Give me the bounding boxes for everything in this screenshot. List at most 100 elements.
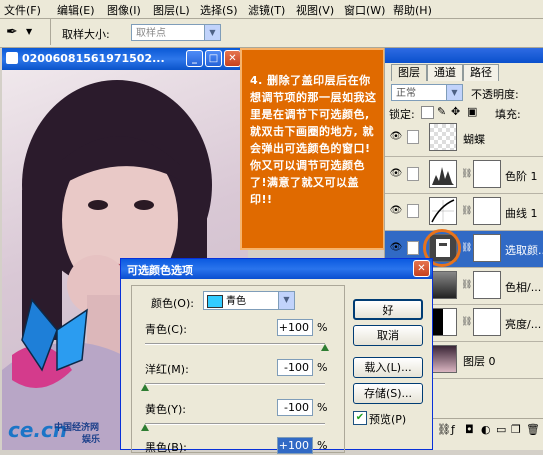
new-layer-icon[interactable]: ❐ [511, 423, 521, 436]
menu-edit[interactable]: 编辑(E) [57, 2, 95, 18]
link-box[interactable] [407, 130, 419, 144]
lock-brush-icon[interactable]: ✎ [437, 105, 446, 118]
menu-view[interactable]: 视图(V) [296, 2, 334, 18]
cyan-label: 青色(C): [145, 323, 187, 336]
layer-mask [473, 271, 501, 299]
add-mask-icon[interactable]: ◘ [465, 423, 474, 436]
tab-channels[interactable]: 通道 [427, 64, 463, 81]
layer-row-levels[interactable]: 👁 ⛓ 色阶 1 [385, 157, 543, 194]
cyan-slider-knob[interactable] [321, 344, 329, 351]
tab-layers[interactable]: 图层 [391, 64, 427, 81]
lock-all-icon[interactable]: ▣ [467, 105, 477, 118]
menu-file[interactable]: 文件(F) [4, 2, 41, 18]
tool-preset-chevron-icon[interactable]: ▼ [26, 27, 32, 36]
preview-checkbox[interactable]: ✔ [353, 411, 367, 425]
menu-layer[interactable]: 图层(L) [153, 2, 190, 18]
cyan-input[interactable]: +100 [277, 319, 313, 336]
chain-link-icon: ⛓ [461, 169, 473, 179]
cyan-slider[interactable] [145, 343, 329, 351]
layer-row-curves[interactable]: 👁 ⛓ 曲线 1 [385, 194, 543, 231]
maximize-button[interactable]: □ [205, 50, 222, 67]
menu-filter[interactable]: 滤镜(T) [248, 2, 285, 18]
blend-mode-select[interactable]: 正常 ▼ [391, 84, 463, 101]
layer-style-icon[interactable]: ƒ [451, 423, 455, 436]
load-button[interactable]: 载入(L)... [353, 357, 423, 378]
document-icon [6, 52, 18, 64]
layer-thumbnail [429, 123, 457, 151]
cancel-button[interactable]: 取消 [353, 325, 423, 346]
new-group-icon[interactable]: ▭ [496, 423, 506, 436]
layer-name: 曲线 1 [505, 207, 538, 220]
eye-icon[interactable]: 👁 [389, 168, 403, 180]
menu-image[interactable]: 图像(I) [107, 2, 141, 18]
layer-name: 亮度/... [505, 318, 542, 331]
dialog-titlebar[interactable]: 可选颜色选项 ✕ [121, 259, 432, 279]
color-swatch [207, 295, 223, 308]
yellow-input[interactable]: -100 [277, 399, 313, 416]
colors-select[interactable]: 青色 ▼ [203, 291, 295, 310]
link-box[interactable] [407, 167, 419, 181]
magenta-slider[interactable] [141, 383, 325, 391]
sample-size-select[interactable]: 取样点 ▼ [131, 24, 221, 41]
annotation-text: 4. 删除了盖印层后在你想调节项的那一层如我这里是在调节下可选颜色, 就双击下画… [250, 74, 377, 206]
layer-name: 图层 0 [463, 355, 496, 368]
chain-link-icon: ⛓ [461, 317, 473, 327]
menu-bar: 文件(F) 编辑(E) 图像(I) 图层(L) 选择(S) 滤镜(T) 视图(V… [0, 0, 543, 19]
layer-mask [473, 308, 501, 336]
chevron-down-icon: ▼ [204, 25, 220, 40]
brightness-contrast-adjustment-icon [429, 308, 457, 336]
chain-link-icon: ⛓ [461, 280, 473, 290]
divider [50, 19, 51, 45]
annotation-note: 4. 删除了盖印层后在你想调节项的那一层如我这里是在调节下可选颜色, 就双击下画… [240, 48, 385, 250]
ok-button[interactable]: 好 [353, 299, 423, 320]
yellow-slider[interactable] [141, 423, 325, 431]
dialog-close-button[interactable]: ✕ [413, 260, 430, 277]
layer-name: 选取颜... [505, 244, 543, 257]
magenta-unit: % [317, 361, 328, 374]
sample-size-label: 取样大小: [62, 28, 110, 41]
save-button[interactable]: 存储(S)... [353, 383, 423, 404]
eye-icon[interactable]: 👁 [389, 242, 403, 254]
link-box[interactable] [407, 204, 419, 218]
eye-icon[interactable]: 👁 [389, 205, 403, 217]
chevron-down-icon: ▼ [278, 292, 294, 309]
magenta-input[interactable]: -100 [277, 359, 313, 376]
link-box[interactable] [407, 241, 419, 255]
levels-adjustment-icon [429, 160, 457, 188]
magenta-slider-knob[interactable] [141, 384, 149, 391]
lock-transparent-icon[interactable] [421, 106, 434, 119]
document-titlebar[interactable]: 02006081561971502... _ □ ✕ [2, 48, 248, 70]
menu-select[interactable]: 选择(S) [200, 2, 238, 18]
colors-value: 青色 [226, 296, 246, 307]
yellow-unit: % [317, 401, 328, 414]
menu-help[interactable]: 帮助(H) [393, 2, 432, 18]
black-input[interactable]: +100 [277, 437, 313, 454]
sample-size-value: 取样点 [136, 28, 166, 39]
options-bar: ✒ ▼ 取样大小: 取样点 ▼ [0, 19, 543, 48]
minimize-button[interactable]: _ [186, 50, 203, 67]
eye-icon[interactable]: 👁 [389, 131, 403, 143]
chevron-down-icon: ▼ [446, 85, 462, 100]
layer-row-butterfly[interactable]: 👁 蝴蝶 [385, 120, 543, 157]
selective-color-dialog: 可选颜色选项 ✕ 颜色(O): 青色 ▼ 青色(C): +100 % 洋红(M)… [120, 258, 433, 454]
yellow-label: 黄色(Y): [145, 403, 187, 416]
yellow-slider-knob[interactable] [141, 424, 149, 431]
layer-name: 色相/... [505, 281, 542, 294]
tab-paths[interactable]: 路径 [463, 64, 499, 81]
black-unit: % [317, 439, 328, 452]
menu-window[interactable]: 窗口(W) [344, 2, 385, 18]
chain-link-icon: ⛓ [461, 243, 473, 253]
trash-icon[interactable]: 🗑 [526, 423, 540, 436]
layer-name: 蝴蝶 [463, 133, 485, 146]
eyedropper-icon[interactable]: ✒ [6, 24, 18, 40]
layer-mask [473, 160, 501, 188]
link-layers-icon[interactable]: ⛓ [437, 423, 451, 436]
lock-move-icon[interactable]: ✥ [451, 105, 460, 118]
magenta-label: 洋红(M): [145, 363, 189, 376]
layer-mask [473, 197, 501, 225]
layer-name: 色阶 1 [505, 170, 538, 183]
adjustment-layer-icon[interactable]: ◐ [481, 423, 491, 436]
close-button[interactable]: ✕ [224, 50, 241, 67]
preview-label: 预览(P) [369, 413, 407, 426]
panel-titlebar[interactable] [385, 48, 543, 63]
